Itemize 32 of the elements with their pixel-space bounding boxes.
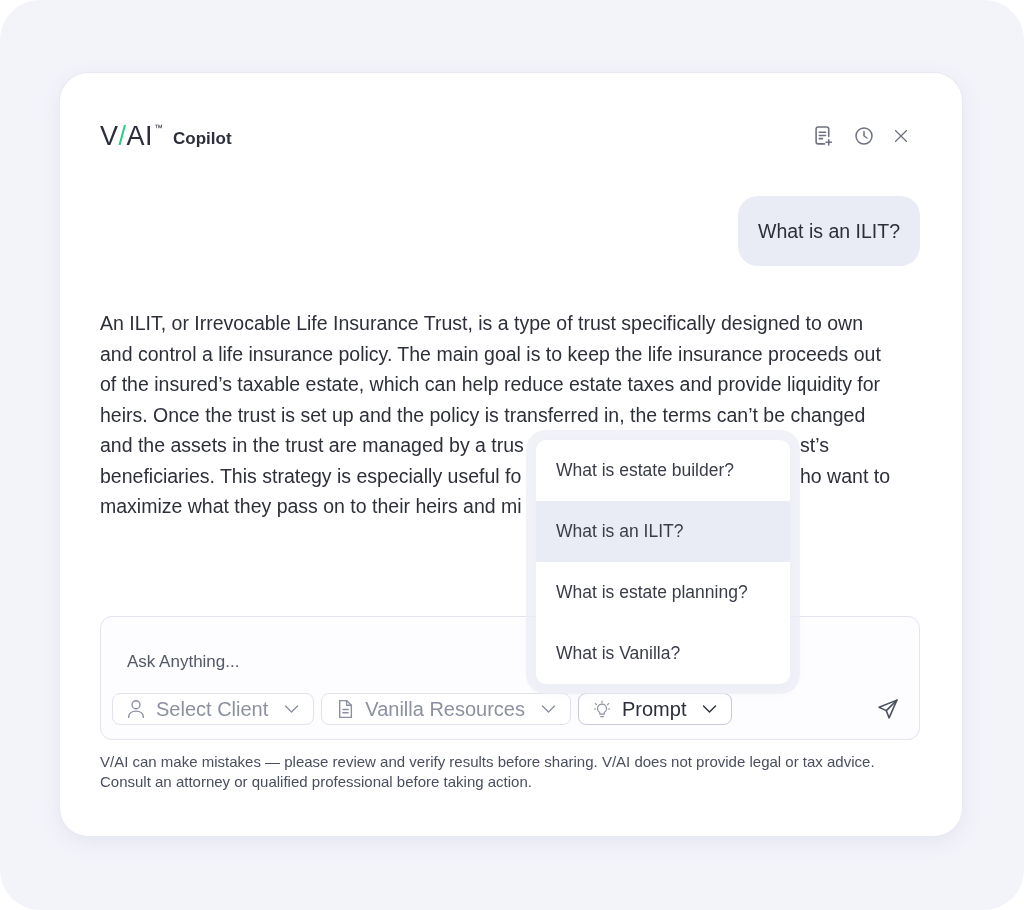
answer-text: and the assets in the trust are managed by a trus xyxy=(100,433,524,458)
answer-text: st’s xyxy=(800,433,829,458)
chevron-down-icon xyxy=(702,705,718,713)
prompt-select[interactable]: Prompt xyxy=(578,693,733,725)
person-icon xyxy=(128,700,144,718)
user-message: What is an ILIT? xyxy=(738,196,920,266)
close-icon[interactable] xyxy=(895,130,907,142)
lightbulb-icon xyxy=(594,700,610,718)
disclaimer-text: V/AI can make mistakes — please review and verify results before sharing. V/AI does not provide legal or tax advice. Consult an attorney or qualified professional before taking action. xyxy=(100,752,876,792)
prompt-option[interactable]: What is estate builder? xyxy=(536,440,790,501)
answer-text: An ILIT, or Irrevocable Life Insurance Trust, is a type of trust specifically designed to own xyxy=(100,312,864,334)
document-icon xyxy=(337,700,354,718)
answer-text: of the insured’s taxable estate, which can help reduce estate taxes and provide liquidity for xyxy=(100,373,881,395)
logo-text: / xyxy=(118,121,127,151)
prompt-option[interactable]: What is an ILIT? xyxy=(536,501,790,562)
trademark-sign: ™ xyxy=(154,123,164,133)
logo-text: AI xyxy=(126,121,154,151)
answer-text: heirs. Once the trust is set up and the policy is transferred in, the terms can’t be changed xyxy=(100,403,866,426)
note-plus-icon[interactable] xyxy=(815,126,833,146)
prompt-option[interactable]: What is estate planning? xyxy=(536,562,790,623)
logo-text: V xyxy=(100,121,119,151)
answer-text: and control a life insurance policy. The main goal is to keep the life insurance proceeds out xyxy=(100,342,881,365)
product-name: Copilot xyxy=(173,129,232,149)
chevron-down-icon xyxy=(541,705,556,713)
prompt-option[interactable]: What is Vanilla? xyxy=(536,623,790,684)
clock-icon[interactable] xyxy=(855,126,873,146)
answer-text: beneficiaries. This strategy is especially useful fo xyxy=(100,463,522,489)
answer-text: ho want to xyxy=(800,463,890,489)
message-input[interactable]: Ask Anything... xyxy=(127,650,507,674)
chevron-down-icon xyxy=(284,705,300,713)
answer-text: maximize what they pass on to their heirs and mi xyxy=(100,495,522,517)
send-icon[interactable] xyxy=(878,699,898,719)
